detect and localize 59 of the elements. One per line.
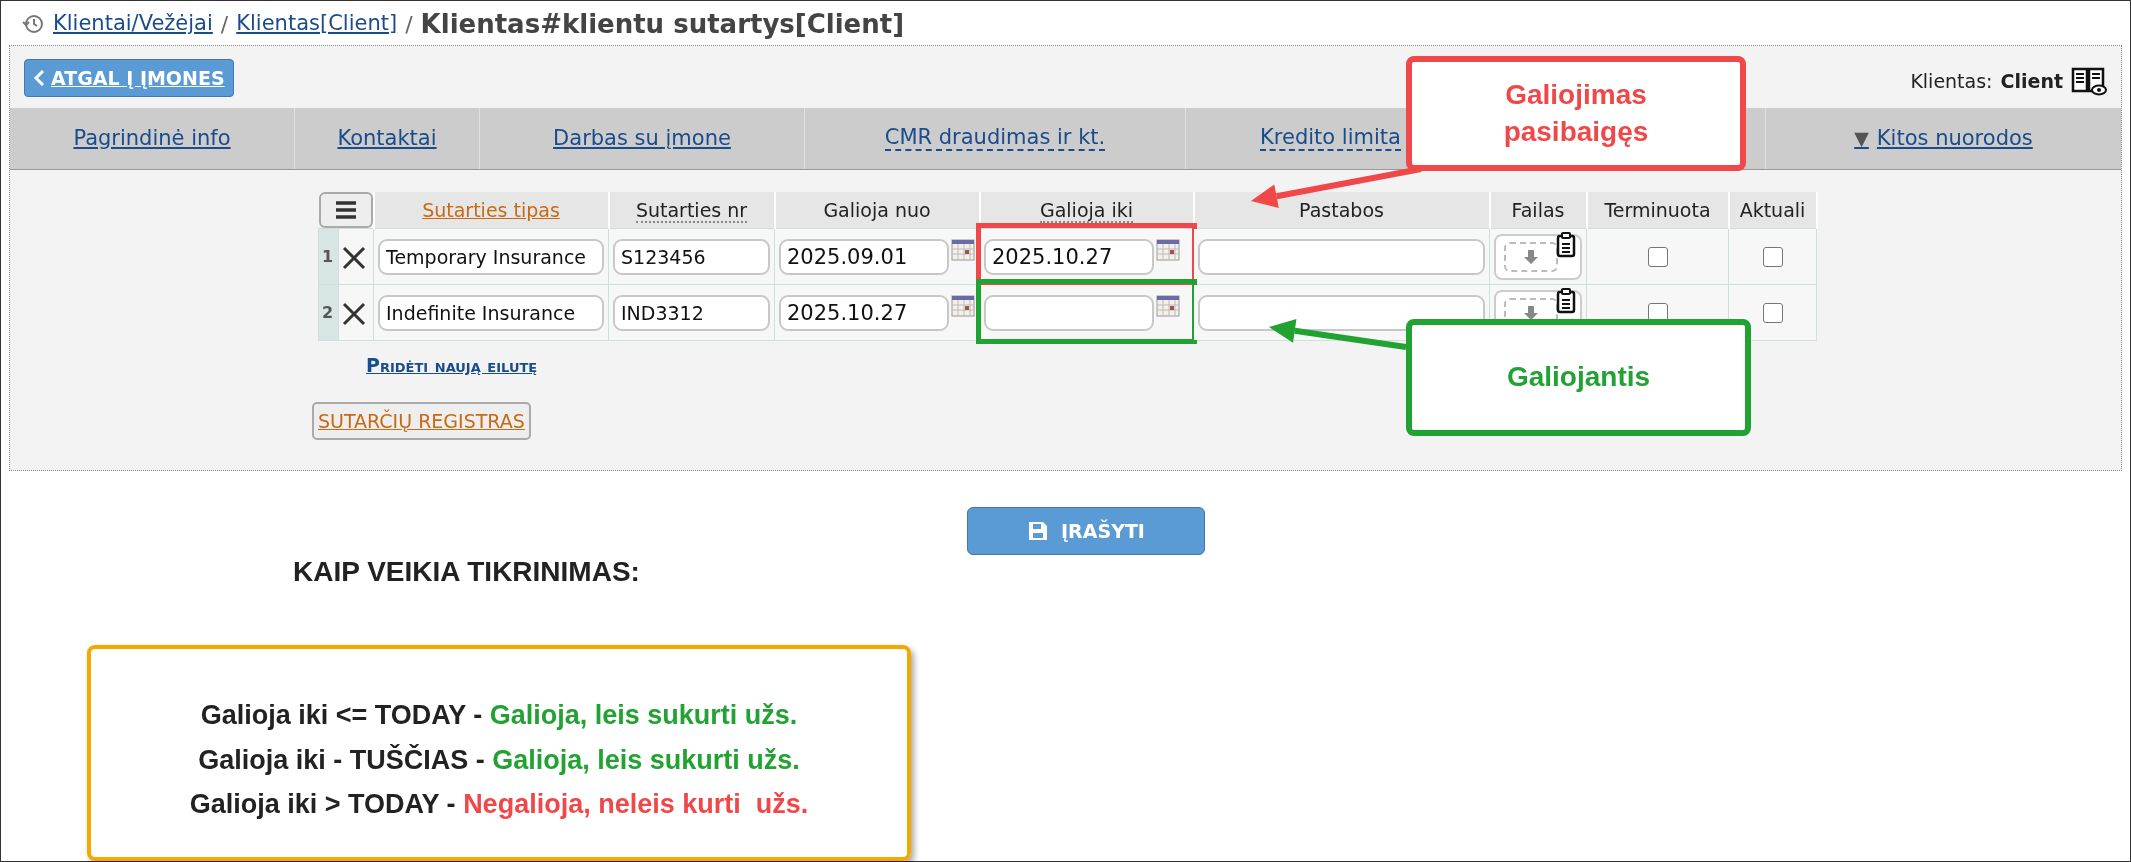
checkbox[interactable] [1762, 246, 1783, 267]
clipboard-icon[interactable] [1556, 231, 1576, 258]
delete-icon[interactable] [341, 244, 368, 271]
breadcrumb-link[interactable]: Klientai/Vežėjai [53, 8, 213, 40]
rule-text: Galioja iki - TUŠČIAS - Galioja, leis sukurti užs. [198, 743, 800, 777]
column-header: Galioja nuo [823, 198, 931, 221]
row-number: 2 [322, 302, 334, 322]
section-heading: KAIP VEIKIA TIKRINIMAS: [293, 555, 640, 589]
breadcrumb-separator: / [405, 10, 413, 39]
clipboard-icon[interactable] [1556, 287, 1576, 314]
file-upload[interactable] [1494, 233, 1582, 280]
rule-text: Galioja iki > TODAY - Negalioja, neleis kurti užs. [189, 788, 809, 822]
menu-button[interactable] [318, 192, 373, 228]
row-number: 1 [322, 246, 334, 266]
column-header: Failas [1511, 198, 1565, 221]
checkbox[interactable] [1762, 302, 1783, 323]
date-field[interactable]: 2025.10.27 [779, 294, 949, 331]
nav-link[interactable]: Darbas su įmone [553, 122, 731, 155]
column-header: Galioja iki [1039, 198, 1134, 223]
client-name: Client [2000, 68, 2063, 94]
column-header: Terminuota [1604, 198, 1711, 221]
menu-icon [333, 200, 358, 220]
page-title: Klientas#klientu sutartys[Client] [420, 7, 905, 41]
column-header: Pastabos [1299, 198, 1384, 221]
checkbox[interactable] [1647, 246, 1668, 267]
input-field[interactable]: S123456 [613, 238, 770, 275]
chevron-left-icon [33, 69, 45, 87]
history-icon[interactable] [21, 12, 45, 36]
date-field[interactable]: 2025.09.01 [779, 238, 949, 275]
nav-link[interactable]: CMR draudimas ir kt. [884, 125, 1106, 152]
calendar-icon[interactable] [1156, 294, 1180, 317]
save-icon [1027, 520, 1050, 542]
client-label: Klientas: [1910, 68, 1993, 94]
calendar-icon[interactable] [1156, 238, 1180, 261]
input-field[interactable]: IND3312 [613, 294, 770, 331]
delete-icon[interactable] [341, 300, 368, 327]
date-field[interactable]: 2025.10.27 [984, 238, 1154, 275]
rule-text: Galioja iki <= TODAY - Galioja, leis sukurti užs. [200, 699, 798, 733]
column-header: Sutarties nr [635, 198, 748, 223]
calendar-icon[interactable] [951, 294, 975, 317]
add-row-link[interactable]: Pridėti naują eilutę [366, 351, 538, 380]
nav-link[interactable]: Pagrindinė info [73, 122, 231, 155]
callout-tooltip: Galiojantis [1406, 319, 1751, 436]
download-icon [1523, 304, 1539, 321]
input-field[interactable]: Indefinite Insurance [378, 294, 604, 331]
calendar-icon[interactable] [951, 238, 975, 261]
date-field[interactable] [984, 294, 1154, 331]
input-field[interactable]: Temporary Insurance [378, 238, 604, 275]
nav-link[interactable]: Kredito limita [1260, 125, 1401, 152]
input-field[interactable] [1198, 294, 1485, 331]
nav-link[interactable]: ▼ Kitos nuorodos [1854, 122, 2033, 155]
book-eye-icon[interactable] [2071, 65, 2107, 97]
column-header: Aktuali [1739, 198, 1806, 221]
breadcrumb-link[interactable]: Klientas[Client] [236, 8, 398, 40]
input-field[interactable] [1198, 238, 1485, 275]
download-icon [1523, 248, 1539, 265]
nav-link[interactable]: Kontaktai [337, 122, 437, 155]
callout-tooltip: Galiojimas pasibaigęs [1406, 56, 1746, 171]
breadcrumb-separator: / [220, 10, 229, 39]
